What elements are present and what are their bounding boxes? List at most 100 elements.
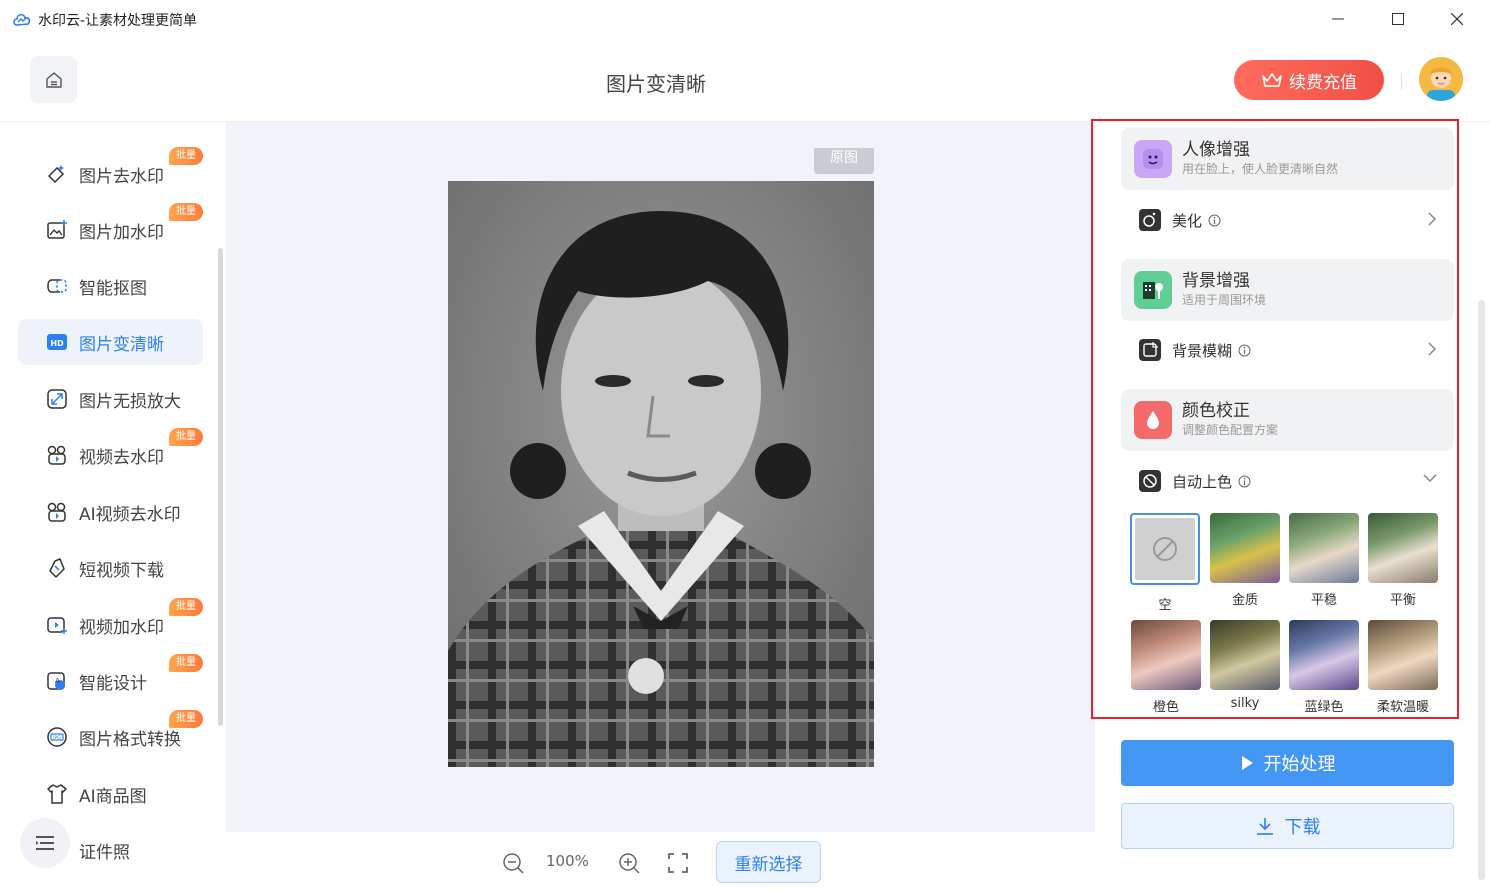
beautify-icon [1138, 208, 1162, 232]
hd-icon: HD [46, 331, 68, 353]
start-processing-label: 开始处理 [1263, 754, 1336, 775]
background-blur-label: 背景模糊 [1172, 341, 1233, 360]
color-correction-title: 颜色校正 [1182, 401, 1250, 421]
original-tag: 原图 [814, 148, 874, 174]
maximize-icon [1392, 13, 1404, 25]
fullscreen-icon [668, 853, 688, 873]
sidebar-item-image-add-watermark[interactable]: 图片加水印 批量 [18, 203, 203, 253]
jpg-icon: JPG [46, 726, 68, 748]
beautify-label: 美化 [1172, 211, 1203, 230]
maximize-button[interactable] [1378, 4, 1418, 34]
expand-icon [46, 388, 68, 410]
sidebar-item-label: 图片格式转换 [79, 729, 181, 750]
batch-badge: 批量 [169, 598, 203, 616]
color-correction-card[interactable]: 颜色校正 调整颜色配置方案 [1121, 389, 1454, 451]
panel-scrollbar[interactable] [1478, 300, 1485, 880]
eraser-icon [46, 163, 68, 185]
swatch-golden[interactable] [1210, 513, 1280, 583]
menu-toggle-button[interactable] [20, 818, 70, 868]
background-enhance-title: 背景增强 [1182, 271, 1250, 291]
sidebar-item-label: AI商品图 [79, 786, 147, 807]
sidebar-item-short-video-download[interactable]: 短视频下载 [18, 545, 203, 591]
swatch-label: 橙色 [1152, 700, 1179, 715]
sidebar-item-lossless-upscale[interactable]: 图片无损放大 [18, 376, 203, 422]
sidebar-item-label: 智能抠图 [79, 278, 147, 299]
sidebar-item-video-remove-watermark[interactable]: 视频去水印 批量 [18, 428, 203, 478]
sidebar-scrollbar[interactable] [218, 248, 223, 726]
sidebar-item-smart-design[interactable]: A 智能设计 批量 [18, 654, 203, 704]
preview-image [448, 181, 874, 767]
title-bar: 水印云-让素材处理更简单 [0, 0, 1490, 40]
sidebar-item-label: 图片加水印 [79, 222, 164, 243]
background-blur-option[interactable]: 背景模糊 [1121, 330, 1454, 370]
video-add-icon [46, 614, 68, 636]
portrait-enhance-title: 人像增强 [1182, 140, 1250, 160]
recharge-button[interactable]: 续费充值 [1234, 60, 1384, 100]
sidebar-item-smart-cutout[interactable]: 智能抠图 [18, 263, 203, 309]
svg-text:HD: HD [50, 339, 64, 348]
chevron-down-icon [1423, 474, 1437, 483]
close-icon [1451, 13, 1463, 25]
info-icon[interactable] [1238, 344, 1251, 357]
app-header: 图片变清晰 续费充值 [0, 40, 1490, 122]
sidebar-item-ai-product-image[interactable]: AI商品图 [18, 771, 203, 817]
info-icon[interactable] [1208, 214, 1221, 227]
fit-screen-button[interactable] [665, 850, 691, 876]
sidebar-item-label: 图片变清晰 [79, 334, 164, 355]
beautify-option[interactable]: 美化 [1121, 200, 1454, 240]
sidebar-item-label: AI视频去水印 [79, 504, 181, 525]
window-title: 水印云-让素材处理更简单 [38, 13, 198, 29]
face-icon [1134, 140, 1172, 178]
building-icon [1134, 271, 1172, 309]
swatch-label: silky [1230, 696, 1260, 711]
sidebar-item-image-format-convert[interactable]: JPG 图片格式转换 批量 [18, 710, 203, 760]
batch-badge: 批量 [169, 203, 203, 221]
prohibit-icon [1153, 537, 1177, 561]
image-canvas: 原图 [226, 122, 1095, 832]
zoom-in-button[interactable] [616, 850, 642, 876]
sidebar-item-ai-video-remove-watermark[interactable]: AI视频去水印 [18, 489, 203, 535]
swatch-none[interactable] [1130, 513, 1200, 585]
zoom-value: 100% [546, 852, 589, 870]
auto-colorize-option[interactable]: 自动上色 [1121, 461, 1454, 501]
video-eraser-icon [46, 444, 68, 466]
swatch-label: 金质 [1231, 593, 1258, 608]
svg-text:JPG: JPG [52, 735, 61, 741]
zoom-out-button[interactable] [500, 850, 526, 876]
chevron-right-icon [1428, 212, 1437, 226]
swatch-silky[interactable] [1210, 620, 1280, 690]
swatch-label: 空 [1158, 598, 1172, 613]
info-icon[interactable] [1238, 475, 1251, 488]
batch-badge: 批量 [169, 428, 203, 446]
swatch-steady[interactable] [1289, 513, 1359, 583]
zoom-in-icon [619, 853, 640, 874]
batch-badge: 批量 [169, 147, 203, 165]
download-button[interactable]: 下载 [1121, 803, 1454, 849]
image-add-icon [46, 219, 68, 241]
swatch-soft-warm[interactable] [1368, 620, 1438, 690]
batch-badge: 批量 [169, 710, 203, 728]
sidebar: 图片去水印 批量 图片加水印 批量 智能抠图 HD 图片变清晰 图片无损放大 视… [0, 122, 226, 892]
sidebar-item-label: 短视频下载 [79, 560, 164, 581]
sidebar-item-video-add-watermark[interactable]: 视频加水印 批量 [18, 598, 203, 648]
reselect-button[interactable]: 重新选择 [716, 841, 821, 883]
chevron-right-icon [1428, 342, 1437, 356]
swatch-orange[interactable] [1131, 620, 1201, 690]
sidebar-item-image-enhance[interactable]: HD 图片变清晰 [18, 319, 203, 365]
portrait-enhance-card[interactable]: 人像增强 用在脸上，使人脸更清晰自然 [1121, 128, 1454, 190]
download-icon [1256, 818, 1273, 835]
avatar[interactable] [1419, 57, 1463, 101]
minimize-button[interactable] [1318, 4, 1358, 34]
blur-icon [1138, 338, 1162, 362]
swatch-balance[interactable] [1368, 513, 1438, 583]
background-enhance-card[interactable]: 背景增强 适用于周围环境 [1121, 259, 1454, 321]
canvas-toolbar: 100% 重新选择 [226, 832, 1095, 892]
swatch-teal[interactable] [1289, 620, 1359, 690]
swatch-label: 平衡 [1389, 593, 1416, 608]
design-icon: A [46, 670, 68, 692]
sidebar-item-image-remove-watermark[interactable]: 图片去水印 批量 [18, 147, 203, 197]
sidebar-item-label: 视频去水印 [79, 447, 164, 468]
start-processing-button[interactable]: 开始处理 [1121, 740, 1454, 786]
header-divider [1401, 73, 1402, 89]
close-button[interactable] [1437, 4, 1477, 34]
